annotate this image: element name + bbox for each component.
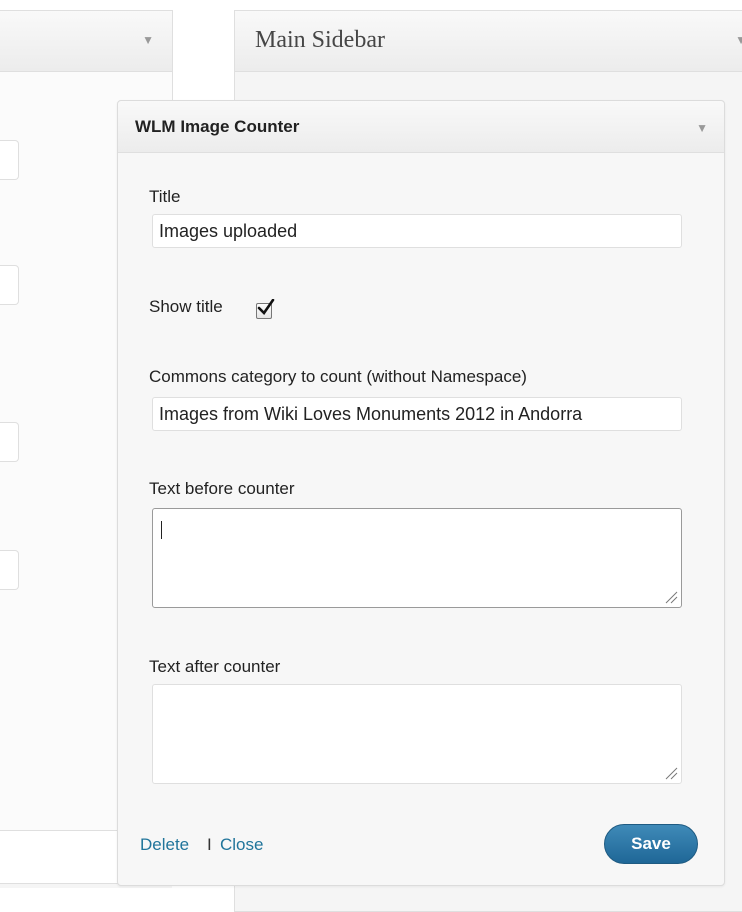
text-caret xyxy=(161,521,162,539)
wlm-image-counter-widget: WLM Image Counter ▼ Title Images uploade… xyxy=(117,100,725,886)
category-label: Commons category to count (without Names… xyxy=(149,367,527,386)
left-panel-header[interactable]: ▼ xyxy=(0,10,172,72)
delete-link[interactable]: Delete xyxy=(140,835,189,855)
collapsed-widget-stub[interactable] xyxy=(0,550,19,590)
collapse-arrow-icon[interactable]: ▼ xyxy=(696,121,708,135)
collapsed-widget-stub[interactable] xyxy=(0,140,19,180)
show-title-checkbox[interactable] xyxy=(256,299,275,319)
main-sidebar-title: Main Sidebar xyxy=(255,27,385,53)
widget-title: WLM Image Counter xyxy=(135,117,300,136)
text-after-textarea[interactable] xyxy=(152,684,682,784)
text-before-label: Text before counter xyxy=(149,479,295,498)
collapse-arrow-icon[interactable]: ▼ xyxy=(142,33,154,47)
link-separator: I xyxy=(207,835,212,854)
main-sidebar-header[interactable]: Main Sidebar ▼ xyxy=(235,11,742,72)
title-input[interactable]: Images uploaded xyxy=(152,214,682,248)
save-button[interactable]: Save xyxy=(604,824,698,864)
resize-handle-icon[interactable] xyxy=(664,590,678,604)
widget-header[interactable]: WLM Image Counter ▼ xyxy=(118,101,724,153)
close-link[interactable]: Close xyxy=(220,835,263,855)
category-input[interactable]: Images from Wiki Loves Monuments 2012 in… xyxy=(152,397,682,431)
show-title-label: Show title xyxy=(149,297,223,316)
text-after-label: Text after counter xyxy=(149,657,281,676)
collapsed-widget-stub[interactable] xyxy=(0,422,19,462)
text-before-textarea[interactable] xyxy=(152,508,682,608)
collapse-arrow-icon[interactable]: ▼ xyxy=(735,33,742,47)
title-label: Title xyxy=(149,187,181,206)
checkmark-icon xyxy=(257,299,275,316)
resize-handle-icon[interactable] xyxy=(664,766,678,780)
collapsed-widget-stub[interactable] xyxy=(0,265,19,305)
